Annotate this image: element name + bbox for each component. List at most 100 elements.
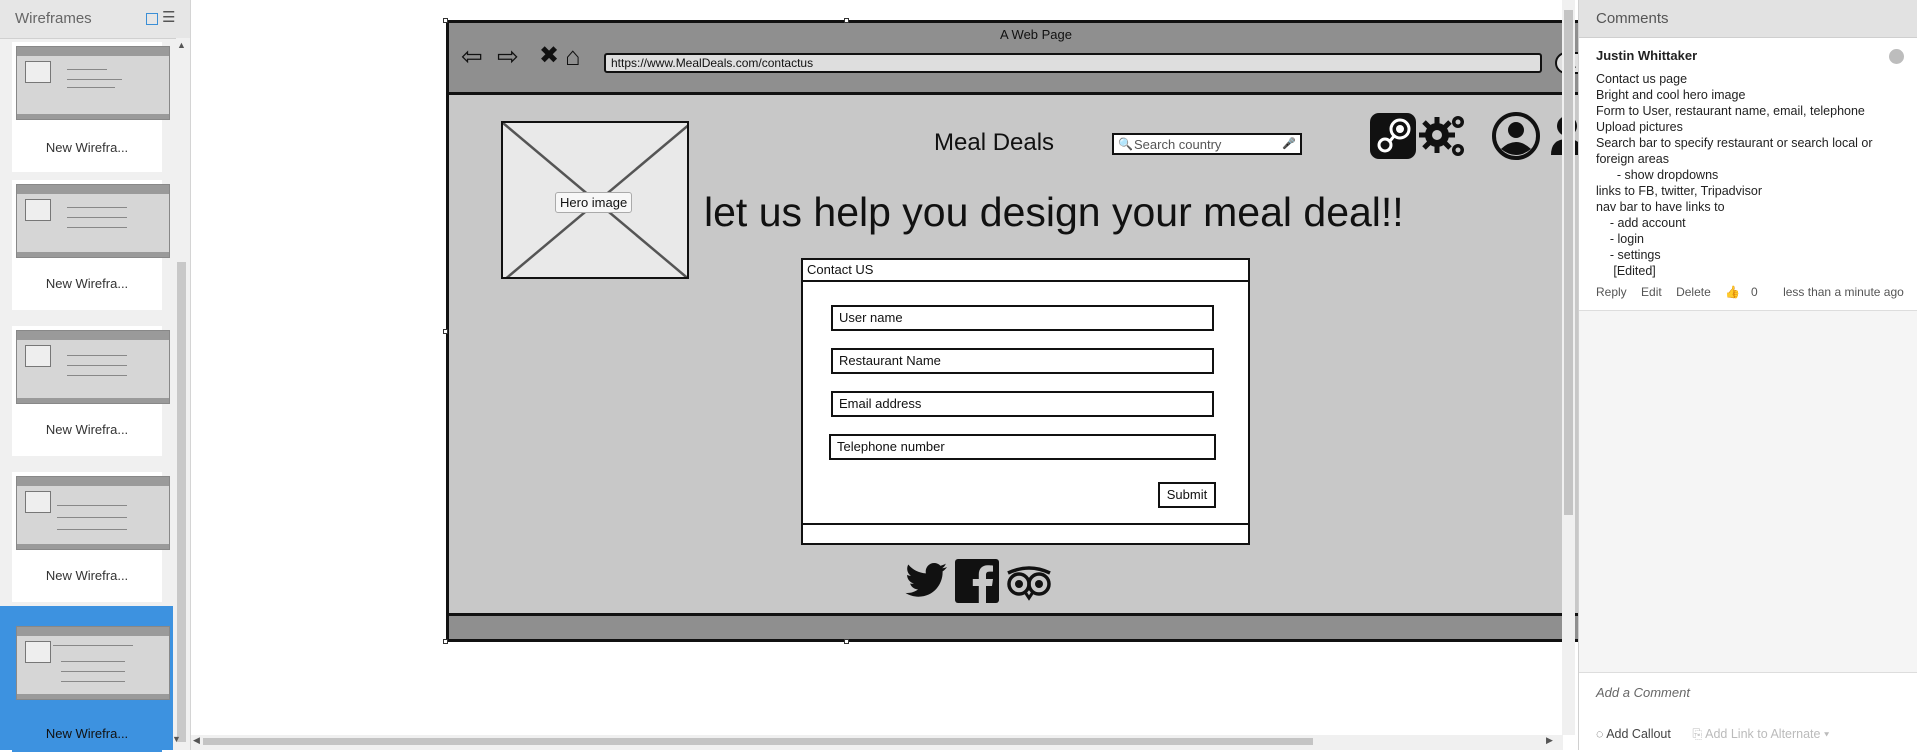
thumbnail-preview (16, 626, 170, 700)
selection-handle[interactable] (844, 18, 849, 23)
comment-status-dot[interactable] (1889, 49, 1904, 64)
thumbnails-scrollbar-thumb[interactable] (177, 262, 186, 742)
list-view-icon[interactable]: ☰ (162, 10, 175, 25)
wireframe-thumbnail[interactable]: New Wirefra... (12, 472, 170, 602)
comment-line: [Edited] (1596, 264, 1656, 278)
comment-line: - login (1596, 232, 1644, 246)
twitter-icon[interactable] (903, 557, 951, 605)
comment-line: Search bar to specify restaurant or sear… (1596, 136, 1873, 150)
comment-line: links to FB, twitter, Tripadvisor (1596, 184, 1763, 198)
thumbnail-view-icon[interactable] (146, 13, 158, 25)
home-icon[interactable]: ⌂ (565, 41, 581, 71)
selection-handle[interactable] (443, 639, 448, 644)
comment-line: Contact us page (1596, 72, 1688, 86)
scroll-up-arrow-icon[interactable]: ▲ (177, 40, 186, 50)
brand-title: Meal Deals (934, 129, 1055, 156)
add-link-alternate-label: Add Link to Alternate (1705, 727, 1821, 741)
delete-link[interactable]: Delete (1676, 285, 1711, 299)
browser-status-bar: ⁄⁄ (449, 613, 1623, 639)
thumbnail-label: New Wirefra... (45, 140, 129, 155)
thumbnail-preview (16, 46, 170, 120)
search-country-placeholder: Search country (1134, 137, 1222, 152)
url-bar[interactable]: https://www.MealDeals.com/contactus (604, 53, 1542, 73)
browser-toolbar: A Web Page ⇦ ⇨ ✖ ⌂ https://www.MealDeals… (449, 23, 1623, 95)
thumbnail-preview (16, 184, 170, 258)
comment-author: Justin Whittaker (1596, 48, 1698, 63)
comment-body: Contact us page Bright and cool hero ima… (1596, 71, 1873, 279)
facebook-icon[interactable] (953, 557, 1001, 605)
thumbnail-label: New Wirefra... (45, 422, 129, 437)
comment-line: foreign areas (1596, 152, 1669, 166)
wireframe-thumbnail[interactable]: New Wirefra... (12, 180, 170, 310)
back-arrow-icon[interactable]: ⇦ (461, 41, 483, 71)
telephone-number-field[interactable]: Telephone number (829, 434, 1216, 460)
like-count: 0 (1751, 285, 1758, 299)
add-link-alternate-button[interactable]: ⎘ Add Link to Alternate ▾ (1692, 727, 1829, 741)
steam-icon[interactable] (1368, 111, 1418, 161)
restaurant-name-field[interactable]: Restaurant Name (831, 348, 1214, 374)
scroll-left-arrow-icon[interactable]: ◀ (193, 735, 200, 746)
add-comment-input[interactable]: Add a Comment (1596, 685, 1690, 700)
comment-line: Bright and cool hero image (1596, 88, 1746, 102)
gears-icon[interactable] (1418, 111, 1468, 161)
contact-form-panel: Contact US User name Restaurant Name Ema… (801, 258, 1250, 545)
callout-icon: ◌ (1596, 727, 1607, 741)
wireframe-thumbnail[interactable]: New Wirefra... (12, 42, 170, 172)
hero-image-label: Hero image (555, 192, 633, 213)
comments-panel: Comments Justin Whittaker Contact us pag… (1578, 0, 1917, 751)
wireframe-thumbnail-selected[interactable]: New Wirefra... (12, 622, 170, 752)
selection-handle[interactable] (844, 639, 849, 644)
contact-form-title: Contact US (803, 260, 1248, 282)
browser-window-mockup[interactable]: A Web Page ⇦ ⇨ ✖ ⌂ https://www.MealDeals… (446, 20, 1626, 642)
thumbnail-preview (16, 476, 170, 550)
comment-line: - show dropdowns (1596, 168, 1719, 182)
comment-line: - settings (1596, 248, 1661, 262)
comment-line: Form to User, restaurant name, email, te… (1596, 104, 1865, 118)
thumbs-up-icon: 👍 (1725, 285, 1741, 299)
comment-actions: Reply Edit Delete 👍 0 less than a minute … (1596, 285, 1915, 299)
comment-line: nav bar to have links to (1596, 200, 1725, 214)
tripadvisor-icon[interactable] (1005, 557, 1053, 605)
forward-arrow-icon[interactable]: ⇨ (497, 41, 519, 71)
wireframe-thumbnail[interactable]: New Wirefra... (12, 326, 170, 456)
email-address-field[interactable]: Email address (831, 391, 1214, 417)
user-account-icon[interactable] (1491, 111, 1541, 161)
thumbnail-preview (16, 330, 170, 404)
comment-timestamp: less than a minute ago (1783, 285, 1904, 299)
wireframes-panel-header: Wireframes ☰ (0, 0, 190, 39)
add-callout-label: Add Callout (1606, 727, 1671, 741)
search-country-input[interactable]: 🔍 Search country 🎤 (1112, 133, 1302, 155)
comment-input-area: Add a Comment ◌ Add Callout ⎘ Add Link t… (1579, 672, 1917, 751)
selection-handle[interactable] (443, 18, 448, 23)
browser-page-title: A Web Page (999, 27, 1073, 42)
wireframes-panel-title: Wireframes (15, 10, 92, 27)
hero-image-placeholder: Hero image (501, 121, 689, 279)
comments-panel-header: Comments (1579, 0, 1917, 38)
microphone-icon[interactable]: 🎤 (1282, 137, 1296, 150)
user-name-field[interactable]: User name (831, 305, 1214, 331)
contact-form-footer (803, 523, 1248, 543)
scroll-down-arrow-icon[interactable]: ▼ (172, 734, 181, 744)
canvas-horizontal-scrollbar-thumb[interactable] (203, 738, 1313, 745)
thumbnail-label: New Wirefra... (45, 568, 129, 583)
wireframes-panel: Wireframes ☰ New Wirefra... New Wirefra.… (0, 0, 191, 752)
comment-bottom-actions: ◌ Add Callout ⎘ Add Link to Alternate ▾ (1596, 727, 1829, 742)
comment-card: Justin Whittaker Contact us page Bright … (1579, 38, 1917, 311)
thumbnail-label: New Wirefra... (45, 276, 129, 291)
page-headline: let us help you design your meal deal!! (704, 189, 1404, 235)
comment-line: - add account (1596, 216, 1686, 230)
search-icon: 🔍 (1118, 137, 1133, 151)
comments-panel-title: Comments (1596, 10, 1669, 27)
selection-handle[interactable] (443, 329, 448, 334)
thumbnail-label: New Wirefra... (45, 726, 129, 741)
add-callout-button[interactable]: ◌ Add Callout (1596, 727, 1671, 741)
scroll-right-arrow-icon[interactable]: ▶ (1546, 735, 1553, 746)
wireframe-canvas[interactable]: A Web Page ⇦ ⇨ ✖ ⌂ https://www.MealDeals… (191, 0, 1628, 750)
edit-link[interactable]: Edit (1641, 285, 1662, 299)
submit-button[interactable]: Submit (1158, 482, 1216, 508)
stop-icon[interactable]: ✖ (539, 41, 559, 71)
like-button[interactable]: 👍 0 (1725, 285, 1769, 299)
comment-line: Upload pictures (1596, 120, 1683, 134)
reply-link[interactable]: Reply (1596, 285, 1627, 299)
canvas-vertical-scrollbar-thumb[interactable] (1564, 10, 1573, 515)
